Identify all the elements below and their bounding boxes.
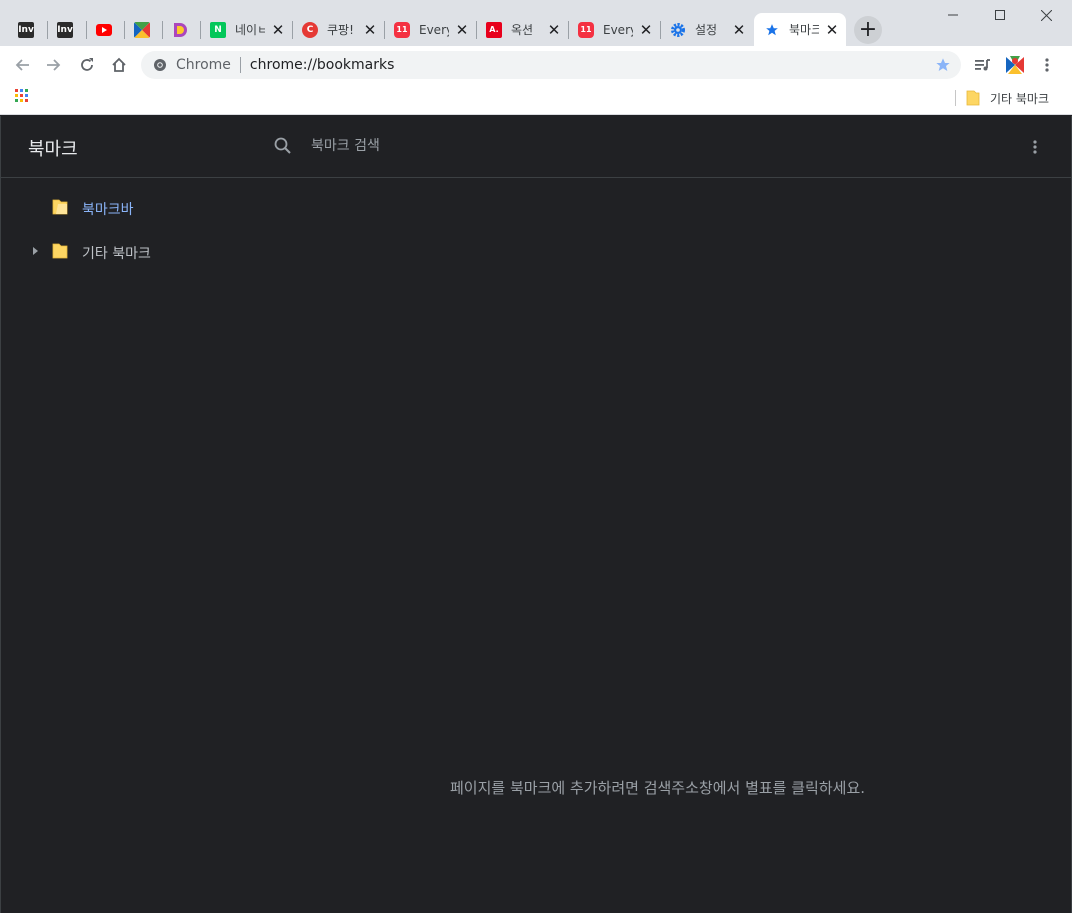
chrome-logo-icon <box>154 59 166 71</box>
maximize-icon <box>995 10 1005 20</box>
window-close-button[interactable] <box>1023 0 1069 30</box>
bookmarks-bar-divider <box>955 90 956 106</box>
tree-item-label: 기타 북마크 <box>82 246 151 262</box>
arrow-right-icon <box>47 59 61 71</box>
omnibox-divider <box>239 57 241 73</box>
media-controls-button[interactable] <box>969 51 997 79</box>
tab-settings[interactable]: 설정 ✕ <box>660 13 753 46</box>
apps-grid-icon[interactable] <box>15 89 29 103</box>
tab-title: Every <box>603 22 633 37</box>
inven-favicon-icon: Inv <box>57 21 73 38</box>
minimize-icon <box>948 14 958 16</box>
tab-bookmarks[interactable]: 북마크 ✕ <box>754 13 846 46</box>
close-icon[interactable]: ✕ <box>731 22 747 38</box>
11st-favicon-icon: 11 <box>578 21 594 38</box>
tab-youtube[interactable] <box>86 13 124 46</box>
new-tab-button[interactable]: + <box>854 16 882 44</box>
home-icon <box>112 57 126 72</box>
extension-button[interactable] <box>1001 51 1029 79</box>
url-text: chrome://bookmarks <box>249 57 395 73</box>
organize-menu-button[interactable] <box>1023 135 1047 159</box>
search-icon <box>274 137 291 154</box>
star-icon <box>764 22 780 38</box>
auction-favicon-icon: A. <box>486 21 502 38</box>
tab-title: 네이ㅂ <box>235 23 265 37</box>
inven-favicon-icon: Inv <box>18 21 34 38</box>
tab-auction[interactable]: A. 옥션 ✕ <box>476 13 568 46</box>
close-icon <box>1040 9 1052 21</box>
browser-toolbar: Chrome chrome://bookmarks <box>0 46 1072 84</box>
reload-icon <box>81 58 93 71</box>
bookmarks-bar: 기타 북마크 <box>0 84 1072 115</box>
browser-menu-button[interactable] <box>1033 51 1061 79</box>
other-bookmarks-button[interactable]: 기타 북마크 <box>966 88 1049 108</box>
empty-list-message: 페이지를 북마크에 추가하려면 검색주소창에서 별표를 클릭하세요. <box>450 779 866 797</box>
playlist-music-icon <box>975 59 990 71</box>
manager-header: 북마크 <box>1 116 1071 178</box>
address-bar[interactable]: Chrome chrome://bookmarks <box>141 51 961 79</box>
tab-coupang[interactable]: C 쿠팡! ✕ <box>292 13 384 46</box>
11st-favicon-icon: 11 <box>394 21 410 38</box>
tab-11st-1[interactable]: 11 Every ✕ <box>384 13 476 46</box>
tab-title: Every <box>419 22 449 37</box>
other-bookmarks-label: 기타 북마크 <box>990 91 1050 106</box>
omnibox-chip: Chrome <box>176 57 231 73</box>
arrow-left-icon <box>15 59 29 71</box>
coupang-favicon-icon: C <box>302 21 318 38</box>
naver-favicon-icon: N <box>210 21 226 38</box>
tab-11st-2[interactable]: 11 Every ✕ <box>568 13 660 46</box>
tree-item-bookmarks-bar[interactable]: 북마크바 <box>1 193 261 221</box>
close-icon[interactable]: ✕ <box>454 22 470 38</box>
tab-cross-logo[interactable] <box>124 13 162 46</box>
d-logo-icon <box>172 22 188 38</box>
reload-button[interactable] <box>73 51 101 79</box>
more-vert-icon <box>1045 58 1049 72</box>
folder-icon <box>52 243 68 259</box>
tab-inven-1[interactable]: Inv <box>8 13 47 46</box>
tab-title: 설정 <box>695 23 718 37</box>
search-box[interactable] <box>273 134 711 158</box>
maximize-button[interactable] <box>977 0 1023 30</box>
tree-item-other-bookmarks[interactable]: 기타 북마크 <box>1 237 261 265</box>
tree-item-label: 북마크바 <box>82 202 134 218</box>
home-button[interactable] <box>105 51 133 79</box>
tab-title: 북마크 <box>789 23 819 37</box>
close-icon[interactable]: ✕ <box>362 22 378 38</box>
cross-logo-icon <box>1006 56 1024 74</box>
bookmarks-manager: 북마크 북마크바 기타 북마크 페이지를 북마크에 추가하려면 검색주소창에서 … <box>0 116 1072 913</box>
youtube-icon <box>96 22 112 38</box>
page-title: 북마크 <box>28 139 78 160</box>
back-button[interactable] <box>8 51 36 79</box>
cross-logo-icon <box>134 21 150 38</box>
tab-title: 옥션 <box>511 23 534 37</box>
close-icon[interactable]: ✕ <box>546 22 562 38</box>
close-icon[interactable]: ✕ <box>824 22 840 38</box>
close-icon[interactable]: ✕ <box>270 22 286 38</box>
minimize-button[interactable] <box>930 0 976 30</box>
search-input[interactable] <box>311 138 711 154</box>
tab-title: 쿠팡! <box>327 23 354 37</box>
more-vert-icon <box>1033 140 1037 154</box>
close-icon[interactable]: ✕ <box>638 22 654 38</box>
folder-icon <box>966 90 980 106</box>
tab-naver[interactable]: N 네이ㅂ ✕ <box>200 13 292 46</box>
folder-open-icon <box>52 199 68 215</box>
star-icon[interactable] <box>935 57 951 73</box>
tab-inven-2[interactable]: Inv <box>47 13 86 46</box>
tab-d-logo[interactable] <box>162 13 200 46</box>
forward-button[interactable] <box>40 51 68 79</box>
expand-arrow-icon[interactable] <box>30 246 40 256</box>
gear-icon <box>670 22 686 38</box>
tab-strip: Inv Inv N 네이ㅂ ✕ C 쿠팡! ✕ 11 Ever ✕ A. 옥션 … <box>0 0 1072 46</box>
